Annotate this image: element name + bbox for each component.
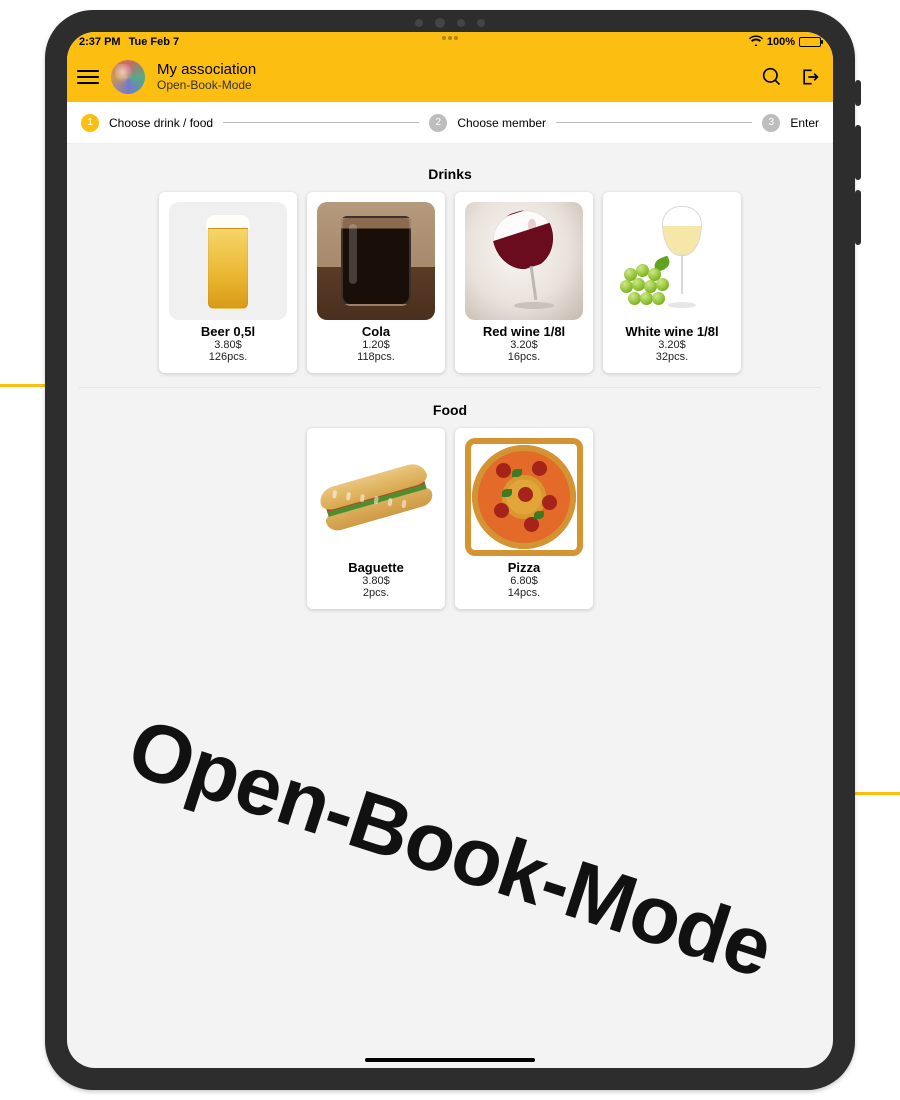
product-name: Cola <box>307 324 445 339</box>
section-title-food: Food <box>75 402 825 418</box>
home-indicator[interactable] <box>365 1058 535 1062</box>
watermark-text: Open-Book-Mode <box>117 701 783 997</box>
step-3-number[interactable]: 3 <box>762 114 780 132</box>
product-stock: 14pcs. <box>455 587 593 599</box>
product-name: Red wine 1/8l <box>455 324 593 339</box>
header-title: My association <box>157 61 256 78</box>
product-image <box>317 202 435 320</box>
section-divider <box>79 387 821 388</box>
product-card-beer[interactable]: Beer 0,5l 3.80$ 126pcs. <box>159 192 297 373</box>
product-name: White wine 1/8l <box>603 324 741 339</box>
product-card-cola[interactable]: Cola 1.20$ 118pcs. <box>307 192 445 373</box>
product-stock: 126pcs. <box>159 351 297 363</box>
step-1-number[interactable]: 1 <box>81 114 99 132</box>
product-price: 3.80$ <box>159 339 297 351</box>
product-stock: 32pcs. <box>603 351 741 363</box>
avatar[interactable] <box>111 60 145 94</box>
product-card-white-wine[interactable]: White wine 1/8l 3.20$ 32pcs. <box>603 192 741 373</box>
step-divider <box>556 122 752 123</box>
step-3-label[interactable]: Enter <box>790 116 819 130</box>
menu-icon[interactable] <box>77 70 99 84</box>
tablet-frame: 2:37 PM Tue Feb 7 100% My association Op… <box>45 10 855 1090</box>
product-name: Baguette <box>307 560 445 575</box>
product-name: Beer 0,5l <box>159 324 297 339</box>
product-name: Pizza <box>455 560 593 575</box>
step-divider <box>223 122 419 123</box>
product-card-pizza[interactable]: Pizza 6.80$ 14pcs. <box>455 428 593 609</box>
header-subtitle: Open-Book-Mode <box>157 79 256 93</box>
app-bar: My association Open-Book-Mode <box>67 52 833 102</box>
product-price: 3.80$ <box>307 575 445 587</box>
header-title-block: My association Open-Book-Mode <box>157 61 256 92</box>
product-price: 3.20$ <box>455 339 593 351</box>
content-area: Drinks Beer 0,5l 3.80$ 126pcs. Cola <box>67 144 833 623</box>
screen: 2:37 PM Tue Feb 7 100% My association Op… <box>67 32 833 1068</box>
product-stock: 118pcs. <box>307 351 445 363</box>
product-image <box>169 202 287 320</box>
decorative-accent <box>0 384 45 387</box>
battery-icon <box>799 37 821 47</box>
wifi-icon <box>749 35 763 49</box>
product-image <box>465 202 583 320</box>
stepper: 1 Choose drink / food 2 Choose member 3 … <box>67 102 833 144</box>
product-image <box>317 438 435 556</box>
status-time: 2:37 PM <box>79 36 121 48</box>
product-image <box>613 202 731 320</box>
product-stock: 2pcs. <box>307 587 445 599</box>
food-grid: Baguette 3.80$ 2pcs. Pizza 6.80$ 14pcs. <box>75 428 825 609</box>
status-battery-pct: 100% <box>767 36 795 48</box>
step-1-label[interactable]: Choose drink / food <box>109 116 213 130</box>
section-title-drinks: Drinks <box>75 166 825 182</box>
product-card-red-wine[interactable]: Red wine 1/8l 3.20$ 16pcs. <box>455 192 593 373</box>
step-2-label[interactable]: Choose member <box>457 116 546 130</box>
status-bar: 2:37 PM Tue Feb 7 100% <box>67 32 833 52</box>
drinks-grid: Beer 0,5l 3.80$ 126pcs. Cola 1.20$ 118pc… <box>75 192 825 373</box>
product-card-baguette[interactable]: Baguette 3.80$ 2pcs. <box>307 428 445 609</box>
product-price: 3.20$ <box>603 339 741 351</box>
product-price: 6.80$ <box>455 575 593 587</box>
product-price: 1.20$ <box>307 339 445 351</box>
logout-icon[interactable] <box>797 64 823 90</box>
step-2-number[interactable]: 2 <box>429 114 447 132</box>
product-image <box>465 438 583 556</box>
product-stock: 16pcs. <box>455 351 593 363</box>
status-date: Tue Feb 7 <box>129 36 180 48</box>
decorative-accent <box>855 792 900 795</box>
search-icon[interactable] <box>759 64 785 90</box>
